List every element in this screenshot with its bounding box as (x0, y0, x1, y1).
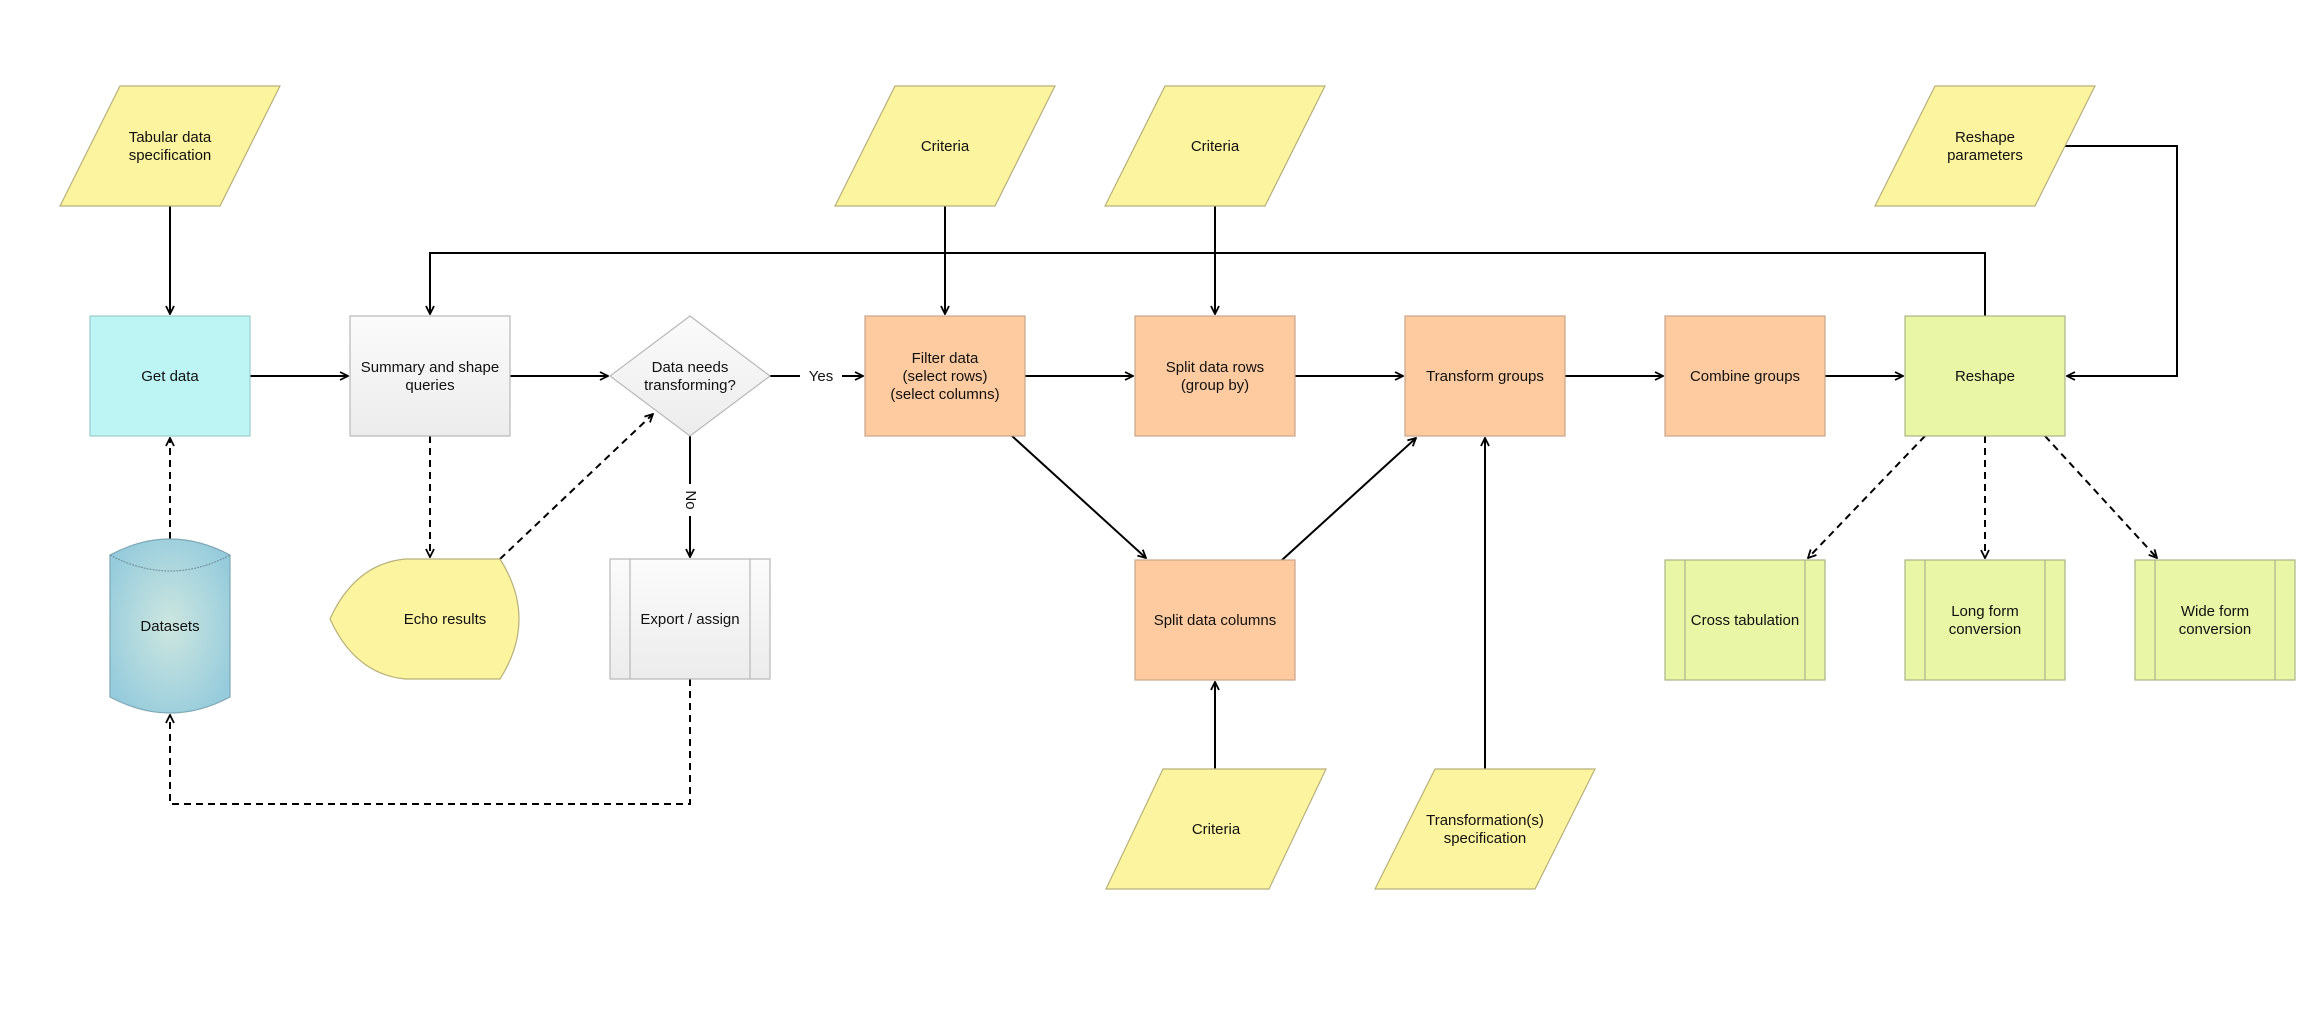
node-transform-groups[interactable]: Transform groups (1404, 315, 1566, 437)
edge-reshape-to-wide-form[interactable] (2044, 435, 2157, 558)
node-label: Criteria (1191, 138, 1240, 155)
node-label: Long form conversion (1949, 603, 2022, 638)
node-label-line: specification (1444, 830, 1527, 847)
edge-reshape-params-to-reshape[interactable] (2065, 145, 2178, 376)
node-tabular-spec[interactable]: Tabular data specification (59, 85, 281, 207)
edge-reshape-to-summary[interactable] (430, 252, 1986, 316)
edge-label-yes: Yes (809, 368, 833, 385)
edge-echo-to-decision[interactable] (499, 414, 653, 560)
node-label-line: Wide form (2181, 603, 2249, 620)
node-label: Cross tabulation (1691, 612, 1799, 629)
node-label-line: specification (129, 147, 212, 164)
node-criteria-split-rows[interactable]: Criteria (1104, 85, 1326, 207)
node-criteria-split-cols[interactable]: Criteria (1105, 768, 1327, 890)
node-label: Reshape parameters (1947, 129, 2023, 164)
node-label-line: Criteria (921, 138, 970, 155)
node-label: Criteria (1192, 821, 1241, 838)
node-label: Split data columns (1154, 612, 1277, 629)
node-reshape-params[interactable]: Reshape parameters (1874, 85, 2096, 207)
edge-label-no: No (682, 490, 699, 509)
node-label: Criteria (921, 138, 970, 155)
node-label-line: transforming? (644, 377, 736, 394)
edge-reshape-to-cross-tab[interactable] (1808, 435, 1926, 558)
node-label-line: Echo results (404, 611, 487, 628)
node-label: Wide form conversion (2179, 603, 2252, 638)
node-label: Datasets (140, 618, 199, 635)
node-label-line: Combine groups (1690, 368, 1800, 385)
node-label: Data needs transforming? (644, 359, 736, 394)
nodes-layer: Tabular data specificationCriteria Criteri… (59, 85, 2296, 890)
node-label-line: Tabular data (129, 129, 212, 146)
parallelogram-shape (1374, 768, 1596, 890)
node-label-line: Transform groups (1426, 368, 1544, 385)
node-label: Tabular data specification (129, 129, 212, 164)
node-label-line: conversion (2179, 621, 2252, 638)
node-label: Combine groups (1690, 368, 1800, 385)
node-decision[interactable]: Data needs transforming? (609, 315, 771, 437)
node-label-line: Get data (141, 368, 199, 385)
node-label: Echo results (404, 611, 487, 628)
node-label: Get data (141, 368, 199, 385)
parallelogram-shape (1874, 85, 2096, 207)
rect-shape (1904, 559, 2066, 681)
node-label: Export / assign (640, 611, 739, 628)
node-label-line: queries (405, 377, 454, 394)
node-split-rows[interactable]: Split data rows (group by) (1134, 315, 1296, 437)
node-label-line: Long form (1951, 603, 2019, 620)
rect-shape (1134, 315, 1296, 437)
node-criteria-filter[interactable]: Criteria (834, 85, 1056, 207)
node-datasets[interactable]: Datasets (109, 538, 231, 714)
node-label-line: Criteria (1192, 821, 1241, 838)
node-label-line: Cross tabulation (1691, 612, 1799, 629)
node-transform-spec[interactable]: Transformation(s) specification (1374, 768, 1596, 890)
node-label-line: Transformation(s) (1426, 812, 1544, 829)
node-label-line: conversion (1949, 621, 2022, 638)
flowchart-canvas: Tabular data specificationCriteria Criteri… (59, 85, 2296, 890)
diamond-shape (609, 315, 771, 437)
node-label-line: Split data columns (1154, 612, 1277, 629)
node-label-line: Data needs (652, 359, 729, 376)
node-label-line: Filter data (912, 350, 979, 367)
node-label: Transformation(s) specification (1426, 812, 1544, 847)
edge-export-to-datasets[interactable] (170, 679, 691, 805)
node-label: Reshape (1955, 368, 2015, 385)
node-wide-form[interactable]: Wide form conversion (2134, 559, 2296, 681)
edges-layer (170, 145, 2178, 805)
node-export[interactable]: Export / assign (609, 558, 771, 680)
node-filter[interactable]: Filter data (select rows) (select columns) (864, 315, 1026, 437)
node-label-line: Reshape (1955, 129, 2015, 146)
node-label-line: (select columns) (890, 386, 999, 403)
node-label: Transform groups (1426, 368, 1544, 385)
rect-shape (2134, 559, 2296, 681)
node-long-form[interactable]: Long form conversion (1904, 559, 2066, 681)
node-reshape[interactable]: Reshape (1904, 315, 2066, 437)
node-label-line: (group by) (1181, 377, 1249, 394)
node-get-data[interactable]: Get data (89, 315, 251, 437)
node-label-line: Split data rows (1166, 359, 1264, 376)
node-label-line: (select rows) (902, 368, 987, 385)
node-label-line: parameters (1947, 147, 2023, 164)
node-label-line: Export / assign (640, 611, 739, 628)
node-label-line: Summary and shape (361, 359, 499, 376)
node-label-line: Datasets (140, 618, 199, 635)
node-summary[interactable]: Summary and shape queries (349, 315, 511, 437)
node-label-line: Criteria (1191, 138, 1240, 155)
edge-split-columns-to-transform-groups[interactable] (1281, 438, 1416, 561)
rect-shape (349, 315, 511, 437)
node-cross-tab[interactable]: Cross tabulation (1664, 559, 1826, 681)
node-combine-groups[interactable]: Combine groups (1664, 315, 1826, 437)
node-label-line: Reshape (1955, 368, 2015, 385)
edge-filter-to-split-columns[interactable] (1011, 435, 1146, 558)
parallelogram-shape (59, 85, 281, 207)
node-echo[interactable]: Echo results (329, 558, 520, 680)
node-split-columns[interactable]: Split data columns (1134, 559, 1296, 681)
